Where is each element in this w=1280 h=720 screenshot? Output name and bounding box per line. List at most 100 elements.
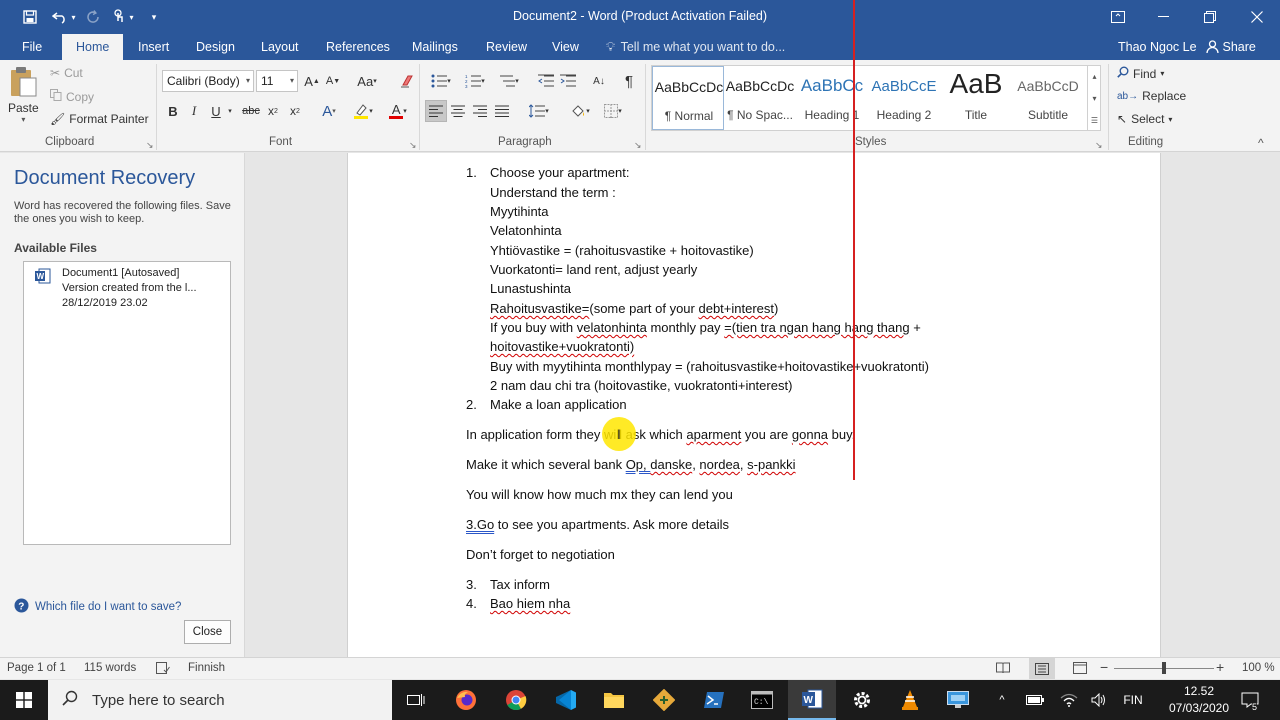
misspelled-word[interactable]: nordea	[699, 457, 739, 472]
remote-desktop-icon[interactable]	[934, 680, 982, 720]
strikethrough-icon[interactable]: abc	[240, 100, 262, 122]
volume-icon[interactable]	[1086, 680, 1112, 720]
superscript-icon[interactable]: x2	[284, 100, 306, 122]
select-button[interactable]: ↖ Select ▾	[1117, 112, 1172, 126]
chevron-up-icon[interactable]: ▴	[1092, 72, 1096, 81]
windows-start-icon[interactable]	[0, 680, 48, 720]
misspelled-word[interactable]: debt+interest	[698, 301, 774, 316]
grammar-flag[interactable]: Op	[626, 457, 643, 472]
restore-icon[interactable]	[1187, 0, 1233, 34]
close-recovery-button[interactable]: Close	[184, 620, 231, 644]
style-title[interactable]: AaB Title	[940, 66, 1012, 130]
font-color-icon[interactable]: A ▾	[383, 100, 413, 122]
show-hidden-icons-icon[interactable]: ^	[990, 680, 1014, 720]
clear-formatting-icon[interactable]	[396, 70, 418, 92]
font-family-select[interactable]: Calibri (Body) ▾	[162, 70, 254, 92]
style-subtitle[interactable]: AaBbCcD Subtitle	[1012, 66, 1084, 130]
firefox-icon[interactable]	[442, 680, 490, 720]
zoom-in-icon[interactable]: +	[1216, 659, 1224, 675]
misspelled-word[interactable]: Rahoitusvastike=	[490, 301, 589, 316]
powershell-icon[interactable]	[690, 680, 738, 720]
read-mode-icon[interactable]	[996, 662, 1010, 677]
grammar-flag[interactable]: 3.Go	[466, 517, 494, 532]
chevron-down-icon[interactable]: ▾	[1092, 94, 1096, 103]
language[interactable]: Finnish	[188, 662, 225, 674]
shrink-font-icon[interactable]: A ▼	[322, 70, 344, 92]
misspelled-word[interactable]: gonna	[792, 427, 828, 442]
misspelled-word[interactable]: danske	[650, 457, 692, 472]
undo-icon[interactable]: ▾	[48, 0, 80, 34]
misspelled-word[interactable]: hoitovastike+vuokratonti)	[490, 339, 634, 354]
style-no-spacing[interactable]: AaBbCcDc ¶ No Spac...	[724, 66, 796, 130]
find-button[interactable]: Find ▾	[1117, 66, 1164, 81]
taskbar-search[interactable]: Type here to search	[48, 680, 392, 720]
styles-launcher-icon[interactable]: ↘	[1095, 140, 1103, 151]
customize-quick-access-icon[interactable]: ▾	[146, 0, 162, 34]
numbering-icon[interactable]: 1 2 3 ▾	[460, 70, 490, 92]
grow-font-icon[interactable]: A ▲	[301, 70, 323, 92]
tab-layout[interactable]: Layout	[259, 34, 301, 60]
print-layout-icon[interactable]	[1029, 658, 1055, 679]
paragraph-launcher-icon[interactable]: ↘	[634, 140, 642, 151]
chrome-icon[interactable]	[492, 680, 540, 720]
user-name[interactable]: Thao Ngoc Le	[1118, 34, 1197, 60]
word-count[interactable]: 115 words	[84, 662, 136, 674]
collapse-ribbon-icon[interactable]: ^	[1258, 136, 1264, 150]
bold-icon[interactable]: B	[162, 100, 184, 122]
wifi-icon[interactable]	[1056, 680, 1082, 720]
borders-icon[interactable]: ▾	[598, 100, 628, 122]
misspelled-word[interactable]: velatonhinta	[577, 320, 647, 335]
bullets-icon[interactable]: ▾	[426, 70, 456, 92]
font-size-select[interactable]: 11 ▾	[256, 70, 298, 92]
vscode-icon[interactable]	[542, 680, 590, 720]
minimize-icon[interactable]	[1141, 0, 1187, 34]
save-icon[interactable]	[18, 0, 42, 34]
share-button[interactable]: Share	[1206, 34, 1256, 60]
ribbon-display-options-icon[interactable]	[1095, 0, 1141, 34]
increase-indent-icon[interactable]	[557, 70, 579, 92]
more-styles-icon[interactable]: ☰	[1091, 116, 1098, 125]
misspelled-word[interactable]: aparment	[686, 427, 741, 442]
clipboard-launcher-icon[interactable]: ↘	[146, 140, 154, 151]
action-center-icon[interactable]: 5	[1232, 680, 1268, 720]
taskbar-clock[interactable]: 12.52 07/03/2020	[1168, 683, 1230, 717]
page-count[interactable]: Page 1 of 1	[7, 662, 66, 674]
which-file-help-link[interactable]: ? Which file do I want to save?	[14, 598, 181, 616]
proofing-icon[interactable]	[156, 662, 170, 675]
style-heading-2[interactable]: AaBbCcE Heading 2	[868, 66, 940, 130]
close-window-icon[interactable]	[1234, 0, 1280, 34]
show-formatting-icon[interactable]: ¶	[618, 70, 640, 92]
recovered-file-item[interactable]: W Document1 [Autosaved] Version created …	[32, 267, 228, 315]
tab-home[interactable]: Home	[62, 34, 124, 60]
shading-icon[interactable]: ▾	[565, 100, 595, 122]
settings-gear-icon[interactable]	[838, 680, 886, 720]
font-launcher-icon[interactable]: ↘	[409, 140, 417, 151]
text-effects-icon[interactable]: A ▾	[314, 100, 344, 122]
misspelled-word[interactable]: =(tien tra ngan hang hang thang	[724, 320, 909, 335]
line-spacing-icon[interactable]: ▾	[524, 100, 554, 122]
paste-button[interactable]: Paste ▾	[8, 66, 39, 124]
align-left-icon[interactable]	[425, 100, 447, 122]
git-tool-icon[interactable]	[640, 680, 688, 720]
align-right-icon[interactable]	[469, 100, 491, 122]
task-view-icon[interactable]	[392, 680, 440, 720]
italic-icon[interactable]: I	[183, 100, 205, 122]
zoom-slider-thumb[interactable]	[1162, 662, 1166, 674]
vlc-icon[interactable]	[886, 680, 934, 720]
sort-icon[interactable]: A↓	[588, 70, 610, 92]
misspelled-word[interactable]: Bao hiem nha	[490, 596, 570, 611]
tab-insert[interactable]: Insert	[136, 34, 171, 60]
replace-button[interactable]: ab→ Replace	[1117, 89, 1186, 103]
style-normal[interactable]: AaBbCcDc ¶ Normal	[652, 66, 724, 130]
tab-mailings[interactable]: Mailings	[410, 34, 460, 60]
zoom-out-icon[interactable]: −	[1100, 659, 1108, 675]
tab-review[interactable]: Review	[484, 34, 529, 60]
command-prompt-icon[interactable]: C:\	[738, 680, 786, 720]
word-taskbar-icon[interactable]: W	[788, 680, 836, 720]
battery-icon[interactable]	[1022, 680, 1048, 720]
file-explorer-icon[interactable]	[590, 680, 638, 720]
highlight-icon[interactable]: ▾	[348, 100, 378, 122]
tell-me-box[interactable]: 💡︎ Tell me what you want to do...	[606, 34, 785, 60]
subscript-icon[interactable]: x2	[262, 100, 284, 122]
web-layout-icon[interactable]	[1073, 662, 1087, 677]
